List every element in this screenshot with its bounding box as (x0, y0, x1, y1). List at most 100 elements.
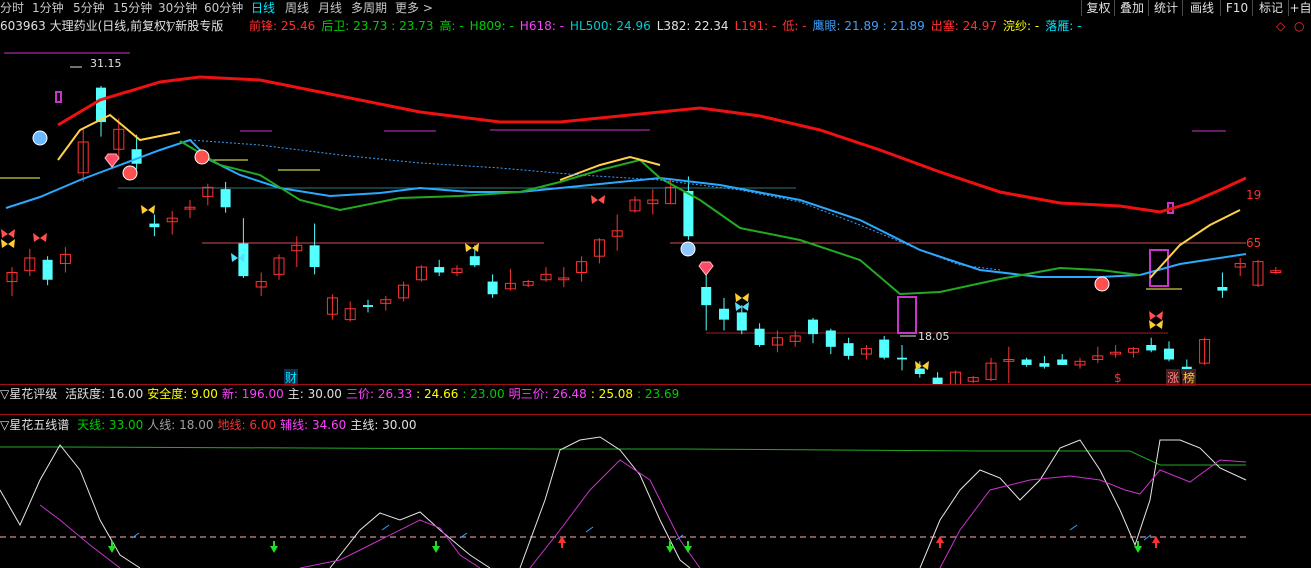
adjust-button[interactable]: 复权 (1081, 0, 1115, 16)
rating-value-1: 安全度: 9.00 (147, 387, 218, 401)
indicator-11: 浣纱: - (1003, 19, 1040, 33)
indicator-2: 高: - (439, 19, 464, 33)
candle-body (1039, 363, 1050, 367)
rating-value-2: 新: 196.00 (221, 387, 284, 401)
triangle-down-icon[interactable]: ▽ (0, 387, 9, 401)
candle-body (719, 308, 729, 320)
main-line-4 (919, 439, 1247, 568)
indicator-10: 出塞: 24.97 (930, 19, 998, 33)
candle-body (434, 267, 445, 273)
highlight-box-1 (897, 296, 917, 334)
period-tab-more[interactable]: 更多 > (395, 0, 433, 16)
indicator-9: 鹰眼: 21.89 : 21.89 (812, 19, 925, 33)
period-tab-15min[interactable]: 15分钟 (113, 0, 152, 16)
red-orb-icon (122, 165, 138, 181)
buy-arrow-icon (108, 546, 116, 553)
overlay-button[interactable]: 叠加 (1114, 0, 1149, 16)
candle-body (683, 190, 694, 237)
indicator-1: 后卫: 23.73 : 23.73 (321, 19, 434, 33)
rating-value-8: : 25.08 (590, 387, 634, 401)
mark-button[interactable]: 标记 (1252, 0, 1289, 16)
oscillator-chart[interactable] (0, 430, 1311, 568)
red-orb-icon (194, 149, 210, 165)
indicator-0: 前锋: 25.46 (249, 19, 316, 33)
panel-rating-title: 星花评级 (9, 387, 58, 401)
candle-body (220, 189, 231, 208)
period-tab-60min[interactable]: 60分钟 (204, 0, 243, 16)
period-tab-5min[interactable]: 5分钟 (73, 0, 105, 16)
butterfly-icon (1149, 320, 1163, 329)
f10-button[interactable]: F10 (1220, 0, 1253, 16)
butterfly-icon (1149, 311, 1163, 320)
butterfly-icon (591, 195, 605, 204)
candle-body (1057, 359, 1068, 365)
blue-orb-icon (32, 130, 48, 146)
aux-line-3 (529, 459, 701, 568)
template-label: 新股专版 (175, 19, 224, 33)
candle-body (469, 256, 480, 266)
panel-divider-2 (0, 414, 1311, 415)
draw-line-button[interactable]: 画线 (1182, 0, 1221, 16)
candlestick-chart[interactable] (0, 35, 1311, 385)
period-tab-monthly[interactable]: 月线 (318, 0, 342, 16)
candle-body (42, 259, 53, 280)
trend-tick-icon (381, 524, 390, 531)
candle-body (843, 343, 854, 356)
candle-body (149, 223, 160, 228)
low-price-label: 18.05 (918, 330, 950, 343)
period-tab-weekly[interactable]: 周线 (285, 0, 309, 16)
candle-body (808, 319, 818, 335)
statistics-button[interactable]: 统计 (1148, 0, 1183, 16)
gem-icon (698, 261, 714, 276)
stock-title: 603963 大理药业(日线,前复权) (0, 19, 171, 33)
aux-line-2 (299, 519, 481, 568)
indicator-4: H618: - (519, 19, 564, 33)
candle-body (363, 305, 373, 307)
period-tab-30min[interactable]: 30分钟 (158, 0, 197, 16)
main-line-2 (329, 511, 491, 568)
custom-button[interactable]: +自 (1288, 0, 1311, 16)
minimize-icon[interactable]: ◇ (1276, 17, 1285, 35)
rating-value-9: : 23.69 (637, 387, 680, 401)
candle-body (487, 281, 498, 295)
rating-value-5: : 24.66 (416, 387, 459, 401)
right-level-label-2: 65 (1246, 236, 1262, 250)
close-icon[interactable]: ○ (1294, 17, 1304, 35)
butterfly-icon (33, 233, 47, 242)
buy-arrow-icon (432, 546, 440, 553)
indicator-5: HL500: 24.96 (569, 19, 651, 33)
red-orb-icon (1094, 276, 1110, 292)
butterfly-icon (465, 243, 479, 252)
buy-arrow-icon (684, 546, 692, 553)
candle-body (897, 357, 907, 360)
candle-body (754, 328, 765, 345)
rating-value-4: 三价: 26.33 (345, 387, 413, 401)
ma-fast-line (5, 138, 661, 209)
dollar-marker[interactable]: $ (1114, 371, 1122, 385)
indicator-values: 前锋: 25.46 后卫: 23.73 : 23.73 高: - H809: - H61… (249, 17, 1087, 35)
period-tab-fenshi[interactable]: 分时 (0, 0, 24, 16)
period-tab-daily[interactable]: 日线 (251, 0, 275, 16)
aux-line-4 (939, 459, 1247, 568)
ma-long-line (57, 75, 1247, 214)
buy-arrow-icon (1134, 546, 1142, 553)
trend-tick-icon (1069, 524, 1078, 531)
period-toolbar: 分时 1分钟 5分钟 15分钟 30分钟 60分钟 日线 周线 月线 多周期 更… (0, 0, 1311, 16)
candle-body (825, 330, 836, 347)
period-tab-multi[interactable]: 多周期 (351, 0, 387, 16)
rating-value-7: 明三价: 26.48 (508, 387, 587, 401)
candle-body (1146, 345, 1157, 351)
candle-body (1021, 359, 1032, 365)
indicator-8: 低: - (782, 19, 807, 33)
candle-body (309, 245, 320, 268)
gem-icon (104, 153, 120, 168)
indicator-6: L382: 22.34 (656, 19, 729, 33)
candle-body (1217, 287, 1228, 291)
panel-divider-1 (0, 384, 1311, 385)
candle-body (736, 312, 747, 331)
rating-value-6: : 23.00 (462, 387, 505, 401)
period-tab-1min[interactable]: 1分钟 (32, 0, 64, 16)
butterfly-icon (141, 205, 155, 214)
template-selector[interactable]: ▽新股专版 (166, 17, 223, 35)
trend-tick-icon (585, 526, 594, 533)
